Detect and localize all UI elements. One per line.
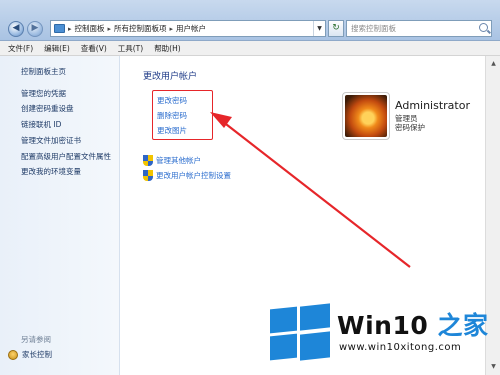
- user-picture: [342, 92, 390, 140]
- watermark-brand: Win10 之家: [337, 306, 488, 342]
- account-password-status: 密码保护: [395, 123, 425, 132]
- windows-logo-icon: [270, 303, 330, 361]
- watermark-brand-prefix: Win10: [337, 311, 429, 340]
- scroll-down-icon[interactable]: ▼: [487, 360, 500, 374]
- account-name: Administrator: [395, 99, 470, 112]
- watermark-brand-suffix: 之家: [428, 311, 489, 340]
- scroll-up-icon[interactable]: ▲: [487, 57, 500, 71]
- flower-avatar-icon: [345, 95, 387, 137]
- watermark-url: www.win10xitong.com: [339, 342, 462, 353]
- account-tile: Administrator 管理员 密码保护: [338, 92, 488, 144]
